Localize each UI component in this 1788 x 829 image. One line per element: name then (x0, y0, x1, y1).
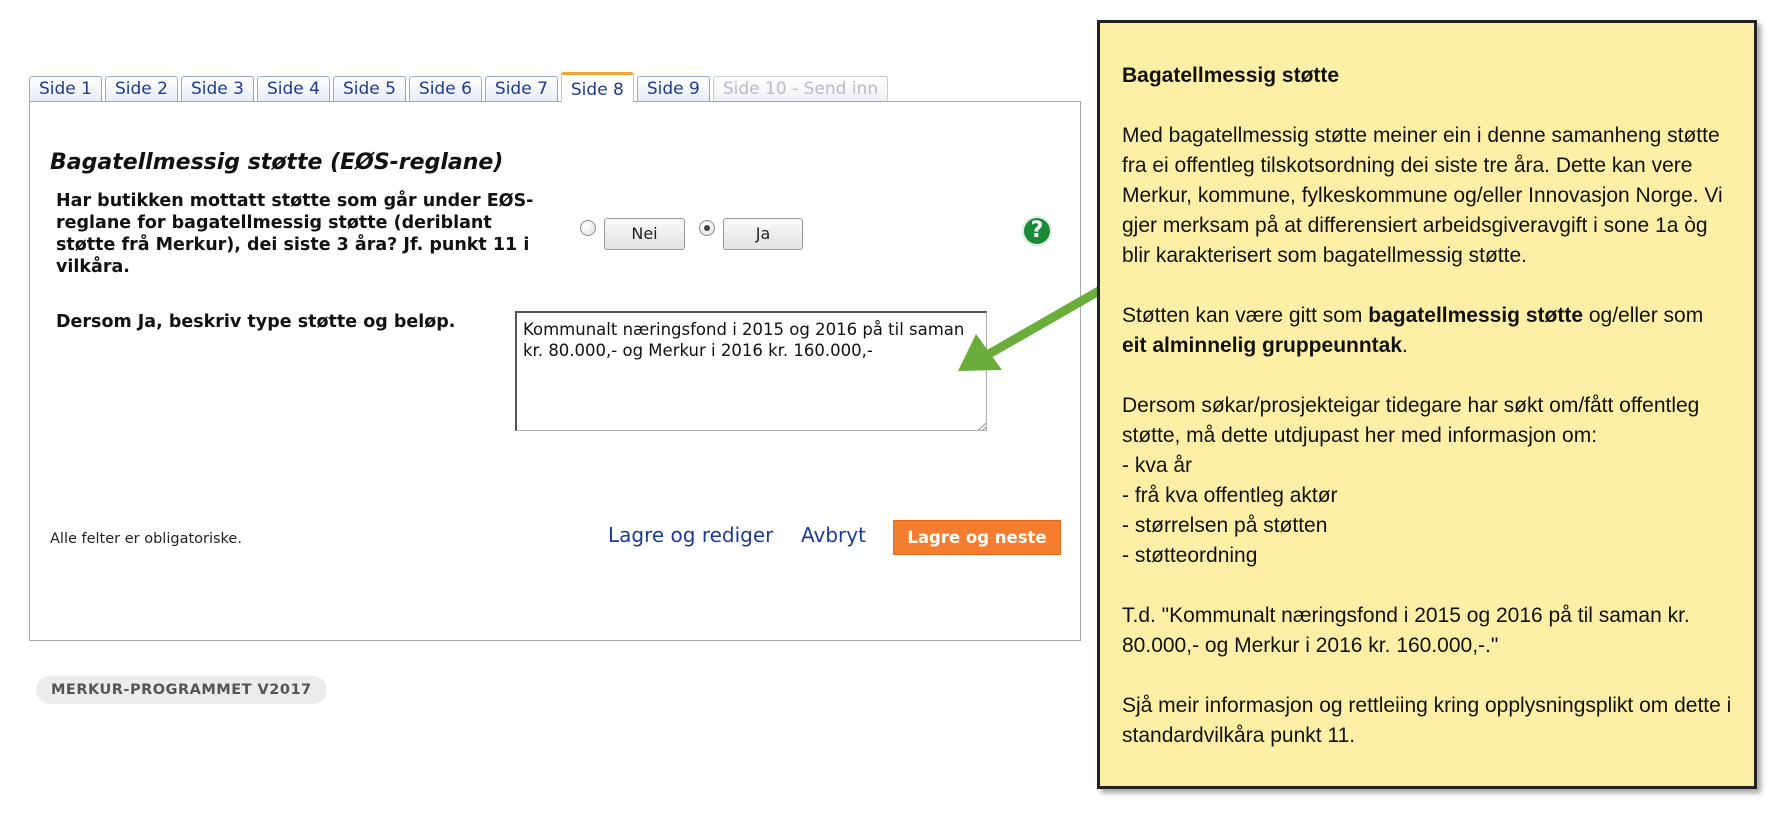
help-icon[interactable]: ? (1022, 216, 1052, 246)
option-ja-button[interactable]: Ja (723, 218, 803, 250)
program-version-badge: MERKUR-PROGRAMMET V2017 (36, 676, 327, 704)
describe-label: Dersom Ja, beskriv type støtte og beløp. (56, 312, 456, 332)
list-item: frå kva offentleg aktør (1122, 481, 1732, 511)
form-panel: Bagatellmessig støtte (EØS-reglane) Har … (29, 101, 1081, 641)
option-nei-button[interactable]: Nei (604, 218, 685, 250)
tab-bar: Side 1 Side 2 Side 3 Side 4 Side 5 Side … (29, 72, 889, 102)
tab-side-1[interactable]: Side 1 (29, 76, 102, 102)
question-label: Har butikken mottatt støtte som går unde… (56, 191, 534, 277)
list-item: kva år (1122, 451, 1732, 481)
save-next-button[interactable]: Lagre og neste (893, 520, 1061, 555)
tab-side-7[interactable]: Side 7 (484, 76, 558, 102)
section-title: Bagatellmessig støtte (EØS-reglane) (50, 150, 504, 175)
tab-side-8[interactable]: Side 8 (560, 72, 634, 102)
callout-title: Bagatellmessig støtte (1122, 64, 1340, 87)
cancel-link[interactable]: Avbryt (801, 523, 866, 547)
list-item: størrelsen på støtten (1122, 511, 1732, 541)
callout-p2-bold-2: eit alminnelig gruppeunntak (1122, 334, 1403, 357)
tab-side-2[interactable]: Side 2 (104, 76, 178, 102)
describe-textarea[interactable]: Kommunalt næringsfond i 2015 og 2016 på … (515, 311, 987, 431)
radio-nei[interactable] (580, 220, 596, 236)
tab-side-5[interactable]: Side 5 (332, 76, 406, 102)
tab-side-10-send-inn: Side 10 - Send inn (712, 76, 889, 102)
required-note: Alle felter er obligatoriske. (50, 531, 242, 547)
resize-grip-icon[interactable] (978, 423, 986, 431)
callout-p2-suffix: . (1402, 334, 1408, 357)
callout-paragraph-4: T.d. "Kommunalt næringsfond i 2015 og 20… (1122, 604, 1690, 657)
tab-side-9[interactable]: Side 9 (636, 76, 710, 102)
tab-side-3[interactable]: Side 3 (180, 76, 254, 102)
help-callout: Bagatellmessig støtte Med bagatellmessig… (1097, 20, 1757, 789)
screen: Side 1 Side 2 Side 3 Side 4 Side 5 Side … (0, 0, 1788, 829)
callout-paragraph-3: Dersom søkar/prosjekteigar tidegare har … (1122, 394, 1700, 447)
callout-list: kva år frå kva offentleg aktør størrelse… (1122, 451, 1732, 571)
save-edit-link[interactable]: Lagre og rediger (608, 523, 773, 547)
tab-side-6[interactable]: Side 6 (408, 76, 482, 102)
callout-p2-prefix: Støtten kan være gitt som (1122, 304, 1369, 327)
callout-paragraph-5: Sjå meir informasjon og rettleiing kring… (1122, 694, 1732, 747)
callout-paragraph-2: Støtten kan være gitt som bagatellmessig… (1122, 301, 1732, 361)
callout-paragraph-1: Med bagatellmessig støtte meiner ein i d… (1122, 124, 1723, 267)
radio-ja[interactable] (699, 220, 715, 236)
callout-p2-bold-1: bagatellmessig støtte (1368, 304, 1583, 327)
tab-side-4[interactable]: Side 4 (256, 76, 330, 102)
list-item: støtteordning (1122, 541, 1732, 571)
callout-p2-middle: og/eller som (1583, 304, 1704, 327)
